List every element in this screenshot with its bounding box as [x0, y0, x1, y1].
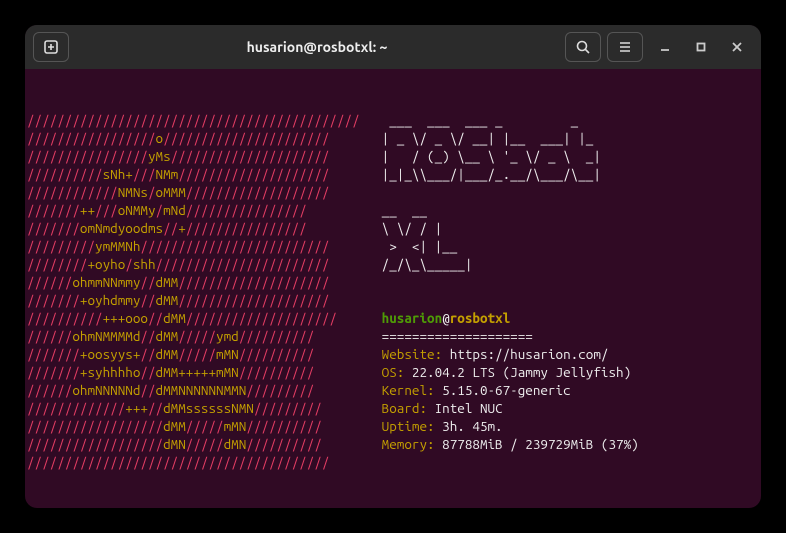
search-button[interactable]: [565, 32, 601, 62]
info-column: ___ ___ ___ _ _ | _ \/ _ \/ __| |__ ___|…: [382, 111, 639, 471]
memory-value: 87788MiB / 239729MiB (37%): [442, 436, 639, 452]
window-title: husarion@rosbotxl: ~: [75, 39, 559, 55]
website-value: https://husarion.com/: [450, 346, 609, 362]
ascii-art-logo: ////////////////////////////////////////…: [27, 111, 360, 471]
board-value: Intel NUC: [435, 400, 503, 416]
uptime-value: 3h. 45m.: [442, 418, 502, 434]
menu-button[interactable]: [607, 32, 643, 62]
titlebar: husarion@rosbotxl: ~: [25, 25, 761, 69]
close-icon: [731, 41, 743, 53]
minimize-icon: [659, 41, 671, 53]
board-label: Board:: [382, 400, 427, 416]
os-label: OS:: [382, 364, 405, 380]
uptime-label: Uptime:: [382, 418, 435, 434]
maximize-icon: [695, 41, 707, 53]
os-value: 22.04.2 LTS (Jammy Jellyfish): [412, 364, 631, 380]
website-label: Website:: [382, 346, 442, 362]
maximize-button[interactable]: [685, 32, 717, 62]
terminal-window: husarion@rosbotxl: ~ ///////////////////…: [25, 25, 761, 508]
hamburger-icon: [617, 39, 633, 55]
motd: ////////////////////////////////////////…: [27, 111, 759, 471]
terminal-content[interactable]: ////////////////////////////////////////…: [25, 69, 761, 508]
motd-user: husarion: [382, 310, 442, 326]
close-button[interactable]: [721, 32, 753, 62]
ascii-banner: ___ ___ ___ _ _ | _ \/ _ \/ __| |__ ___|…: [382, 111, 639, 273]
memory-label: Memory:: [382, 436, 435, 452]
new-tab-button[interactable]: [33, 32, 69, 62]
motd-separator: ====================: [382, 328, 533, 344]
kernel-value: 5.15.0-67-generic: [442, 382, 571, 398]
minimize-button[interactable]: [649, 32, 681, 62]
kernel-label: Kernel:: [382, 382, 435, 398]
search-icon: [575, 39, 591, 55]
motd-host: rosbotxl: [450, 310, 510, 326]
line-blank: [382, 292, 390, 308]
